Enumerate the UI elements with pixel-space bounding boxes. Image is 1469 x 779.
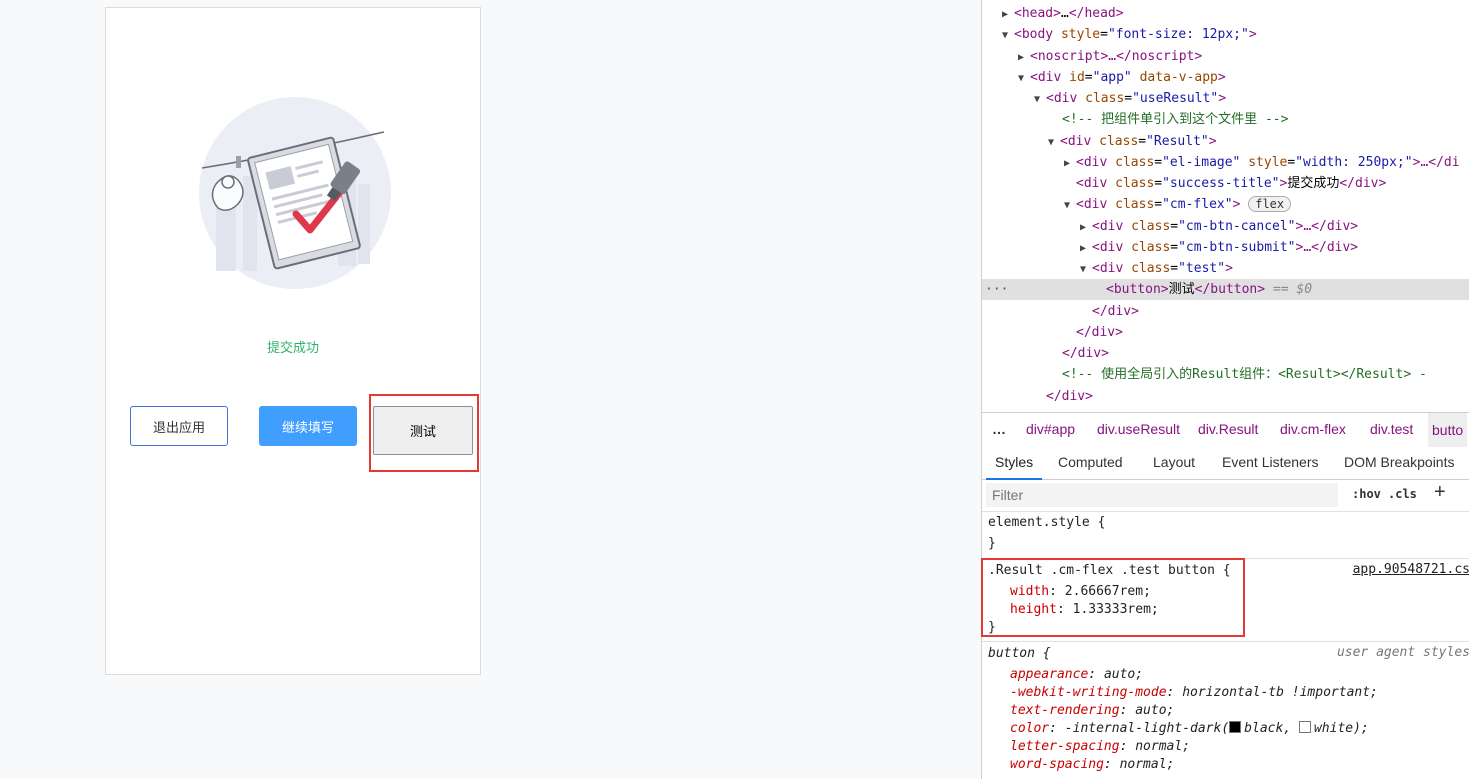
collapse-triangle-icon[interactable]: ▼ [1064, 195, 1076, 216]
divider [982, 641, 1469, 642]
class-toggle[interactable]: .cls [1388, 487, 1417, 501]
success-title: 提交成功 [266, 341, 319, 356]
tab-dom-breakpoints[interactable]: DOM Breakpoints [1344, 447, 1454, 478]
submit-success-illustration [199, 97, 391, 289]
breadcrumb-item-active[interactable]: butto [1428, 413, 1468, 447]
ua-declaration[interactable]: -webkit-writing-mode: horizontal-tb !imp… [1010, 684, 1378, 702]
collapse-triangle-icon[interactable]: ▼ [1002, 25, 1014, 46]
breadcrumb-more[interactable]: … [992, 421, 1006, 437]
expand-triangle-icon[interactable]: ▶ [1018, 47, 1030, 68]
color-swatch-icon[interactable] [1298, 721, 1311, 733]
styles-filter-bar: :hov .cls + [982, 480, 1469, 512]
css-rule-highlight [981, 558, 1245, 637]
element-style-selector[interactable]: element.style { [988, 514, 1105, 532]
app-preview: 提交成功 退出应用 继续填写 测试 [105, 7, 481, 675]
dom-close-div[interactable]: </div> [1076, 322, 1469, 343]
dom-node-cm-btn-submit[interactable]: ▶ <div class="cm-btn-submit">…</div> [1080, 237, 1469, 258]
dom-node-test[interactable]: ▼ <div class="test"> [1080, 258, 1469, 279]
hover-state-toggle[interactable]: :hov [1352, 487, 1381, 501]
ua-declaration[interactable]: word-spacing: normal; [1010, 756, 1174, 774]
tab-layout[interactable]: Layout [1153, 447, 1195, 478]
dom-node-cm-flex[interactable]: ▼ <div class="cm-flex"> flex [1064, 194, 1469, 215]
tab-event-listeners[interactable]: Event Listeners [1222, 447, 1319, 478]
collapse-triangle-icon[interactable]: ▼ [1080, 259, 1092, 280]
breadcrumb-item[interactable]: div.test [1370, 421, 1413, 437]
elements-dom-tree[interactable]: ▶ <head>…</head> ▼ <body style="font-size:… [982, 0, 1469, 412]
ua-rule-selector[interactable]: button { [988, 645, 1051, 663]
collapse-triangle-icon[interactable]: ▼ [1018, 68, 1030, 89]
rule-close-brace: } [988, 536, 996, 551]
ua-declaration[interactable]: letter-spacing: normal; [1010, 738, 1190, 756]
ua-declaration[interactable]: appearance: auto; [1010, 666, 1143, 684]
dom-node-cm-btn-cancel[interactable]: ▶ <div class="cm-btn-cancel">…</div> [1080, 216, 1469, 237]
dom-node-el-image[interactable]: ▶ <div class="el-image" style="width: 250… [1064, 152, 1469, 173]
dom-node-button-selected[interactable]: ··· <button>测试</button> == $0 [982, 279, 1469, 300]
exit-app-button[interactable]: 退出应用 [130, 406, 228, 446]
dom-close-div[interactable]: </div> [1046, 386, 1469, 407]
dom-node-noscript[interactable]: ▶ <noscript>…</noscript> [1018, 46, 1469, 67]
add-rule-icon[interactable]: + [1434, 481, 1446, 504]
flex-badge[interactable]: flex [1248, 196, 1292, 212]
more-dots-icon[interactable]: ··· [985, 279, 1008, 300]
dom-node-success-title[interactable]: <div class="success-title">提交成功</div> [1076, 173, 1469, 194]
collapse-triangle-icon[interactable]: ▼ [1048, 132, 1060, 153]
rule-source-link[interactable]: app.90548721.cs [1353, 562, 1469, 577]
tab-styles[interactable]: Styles [986, 447, 1043, 480]
dom-node-useresult[interactable]: ▼ <div class="useResult"> [1034, 88, 1469, 109]
dom-close-div[interactable]: </div> [1062, 343, 1469, 364]
expand-triangle-icon[interactable]: ▶ [1064, 153, 1076, 174]
styles-filter-input[interactable] [986, 483, 1338, 507]
dom-node-body[interactable]: ▼ <body style="font-size: 12px;"> [1002, 24, 1469, 45]
continue-fill-button[interactable]: 继续填写 [259, 406, 357, 446]
breadcrumb-item[interactable]: div#app [1026, 421, 1075, 437]
ua-declaration[interactable]: text-rendering: auto; [1010, 702, 1174, 720]
tab-computed[interactable]: Computed [1058, 447, 1123, 478]
breadcrumb: … div#app div.useResult div.Result div.c… [982, 412, 1469, 448]
dom-comment[interactable]: <!-- 使用全局引入的Result组件：<Result></Result> - [1062, 364, 1469, 385]
ua-declaration[interactable]: color: -internal-light-dark(black, white… [1010, 720, 1369, 738]
breadcrumb-item[interactable]: div.Result [1198, 421, 1258, 437]
expand-triangle-icon[interactable]: ▶ [1080, 238, 1092, 259]
dom-node-head[interactable]: ▶ <head>…</head> [1002, 3, 1469, 24]
color-swatch-icon[interactable] [1229, 721, 1242, 733]
styles-tabbar: Styles Computed Layout Event Listeners D… [982, 447, 1469, 480]
breadcrumb-item[interactable]: div.cm-flex [1280, 421, 1346, 437]
dom-node-result[interactable]: ▼ <div class="Result"> [1048, 131, 1469, 152]
expand-triangle-icon[interactable]: ▶ [1080, 217, 1092, 238]
devtools-panel: ▶ <head>…</head> ▼ <body style="font-size:… [981, 0, 1469, 779]
breadcrumb-item[interactable]: div.useResult [1097, 421, 1180, 437]
ua-source-label: user agent styles [1336, 645, 1469, 660]
dom-close-div[interactable]: </div> [1092, 301, 1469, 322]
dom-comment[interactable]: <!-- 把组件单引入到这个文件里 --> [1062, 109, 1469, 130]
styles-pane: element.style { } .Result .cm-flex .test… [982, 512, 1469, 779]
dom-node-app[interactable]: ▼ <div id="app" data-v-app> [1018, 67, 1469, 88]
collapse-triangle-icon[interactable]: ▼ [1034, 89, 1046, 110]
expand-triangle-icon[interactable]: ▶ [1002, 4, 1014, 25]
test-button-highlight [369, 394, 479, 472]
